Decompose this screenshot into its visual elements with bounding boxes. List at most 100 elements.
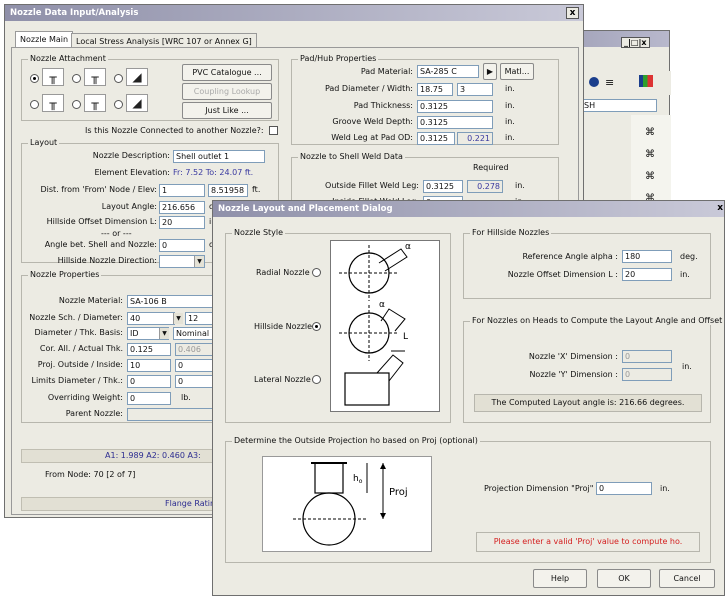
nozzle-type-4-icon: ╥ — [42, 94, 64, 112]
nozzle-style-diagram: α α L — [330, 240, 440, 412]
nozzle-attachment-group: Nozzle Attachment ╥ ╥ ◢ ╥ ╥ ◢ PVC Catalo… — [21, 54, 279, 121]
dist-input[interactable]: 1 — [159, 184, 205, 197]
matl-button[interactable]: Matl... — [500, 63, 534, 80]
pad-material-arrow-button[interactable]: ▶ — [483, 63, 497, 80]
circle-icon[interactable] — [589, 77, 599, 87]
attachment-radio-2[interactable] — [72, 74, 81, 83]
hillside-offset-input[interactable]: 20 — [159, 216, 205, 229]
dialog-close-button[interactable]: x — [717, 203, 723, 213]
bar-chart-icon[interactable] — [639, 75, 653, 87]
attachment-radio-3[interactable] — [114, 74, 123, 83]
lateral-radio[interactable] — [312, 375, 321, 384]
sch-label: Nozzle Sch. / Diameter: — [29, 313, 123, 322]
group-title: For Nozzles on Heads to Compute the Layo… — [470, 316, 725, 325]
just-like-button[interactable]: Just Like ... — [182, 102, 272, 119]
pad-width-input[interactable]: 3 — [457, 83, 493, 96]
offset-unit: in. — [680, 270, 690, 279]
attachment-radio-6[interactable] — [114, 100, 123, 109]
elev-input[interactable]: 8.51958 — [208, 184, 248, 197]
chevron-down-icon[interactable]: ▼ — [159, 328, 169, 339]
proj-warning-box: Please enter a valid 'Proj' value to com… — [476, 532, 700, 552]
limits-diameter-input[interactable]: 0 — [127, 375, 171, 388]
dist-label: Dist. from 'From' Node / Elev: — [40, 185, 157, 194]
offset-input[interactable]: 20 — [622, 268, 672, 281]
coupling-lookup-button: Coupling Lookup — [182, 83, 272, 100]
radial-label: Radial Nozzle — [256, 268, 310, 277]
background-window-controls[interactable]: _|□|x — [621, 37, 650, 48]
pad-thickness-input[interactable]: 0.3125 — [417, 100, 493, 113]
close-button[interactable]: x — [566, 7, 579, 19]
nozzle-material-input[interactable]: SA-106 B — [127, 295, 223, 308]
background-toolbar: ≡ — [581, 71, 671, 95]
outside-fillet-input[interactable]: 0.3125 — [423, 180, 463, 193]
groove-depth-input[interactable]: 0.3125 — [417, 116, 493, 129]
pad-diameter-input[interactable]: 18.75 — [417, 83, 453, 96]
description-input[interactable]: Shell outlet 1 — [173, 150, 265, 163]
schedule-select[interactable]: 40 — [127, 312, 175, 325]
attachment-radio-4[interactable] — [30, 100, 39, 109]
x-dimension-input: 0 — [622, 350, 672, 363]
pad-material-input[interactable]: SA-285 C — [417, 65, 479, 78]
parent-nozzle-select — [127, 408, 223, 421]
list-icon[interactable]: ≡ — [605, 76, 614, 89]
outside-fillet-unit: in. — [515, 181, 525, 190]
hillside-group: For Hillside Nozzles Reference Angle alp… — [463, 228, 711, 299]
angle-label: Layout Angle: — [101, 202, 157, 211]
computed-angle-text: The Computed Layout angle is: 216.66 deg… — [491, 398, 685, 407]
weld-leg-label: Weld Leg at Pad OD: — [331, 133, 413, 142]
description-label: Nozzle Description: — [92, 151, 170, 160]
background-dropdown[interactable]: SH — [581, 99, 657, 112]
group-title: Pad/Hub Properties — [298, 54, 379, 63]
groove-label: Groove Weld Depth: — [332, 117, 413, 126]
nozzle-style-group: Nozzle Style Radial Nozzle Hillside Nozz… — [225, 228, 451, 423]
hillside-radio[interactable] — [312, 322, 321, 331]
ref-angle-label: Reference Angle alpha : — [522, 252, 618, 261]
connected-checkbox[interactable] — [269, 126, 278, 135]
angle-between-input[interactable]: 0 — [159, 239, 205, 252]
ref-angle-unit: deg. — [680, 252, 698, 261]
alpha-label: α — [405, 242, 411, 252]
y-dimension-label: Nozzle 'Y' Dimension : — [529, 370, 618, 379]
dist-unit: ft. — [252, 185, 261, 194]
direction-label: Hillside Nozzle Direction: — [57, 256, 157, 265]
cube-icon[interactable]: ⌘ — [645, 171, 655, 182]
cube-icon[interactable]: ⌘ — [645, 127, 655, 138]
y-dimension-input: 0 — [622, 368, 672, 381]
nozzle-type-1-icon: ╥ — [42, 68, 64, 86]
cancel-button[interactable]: Cancel — [659, 569, 715, 588]
outside-fillet-label: Outside Fillet Weld Leg: — [325, 181, 419, 190]
proj-dimension-input[interactable]: 0 — [596, 482, 652, 495]
attachment-radio-1[interactable] — [30, 74, 39, 83]
pad-thickness-label: Pad Thickness: — [353, 101, 413, 110]
radial-radio[interactable] — [312, 268, 321, 277]
layout-angle-input[interactable]: 216.656 — [159, 201, 205, 214]
computed-angle-box: The Computed Layout angle is: 216.66 deg… — [474, 394, 702, 412]
weld-leg-required: 0.221 — [457, 132, 493, 145]
proj-outside-input[interactable]: 10 — [127, 359, 171, 372]
tab-nozzle-main[interactable]: Nozzle Main — [15, 31, 74, 47]
weight-input[interactable]: 0 — [127, 392, 171, 405]
corrosion-input[interactable]: 0.125 — [127, 343, 171, 356]
areas-value: A1: 1.989 A2: 0.460 A3: — [105, 451, 201, 460]
or-separator: --- or --- — [101, 229, 132, 238]
group-title: Layout — [28, 138, 60, 147]
nozzle-type-6-icon: ◢ — [126, 94, 148, 112]
heads-unit: in. — [682, 362, 692, 371]
direction-select[interactable]: ▼ — [159, 255, 205, 268]
weld-leg-input[interactable]: 0.3125 — [417, 132, 455, 145]
material-label: Nozzle Material: — [58, 296, 123, 305]
dialog-title: Nozzle Layout and Placement Dialog — [213, 201, 724, 217]
parent-label: Parent Nozzle: — [65, 409, 123, 418]
alpha-label: α — [379, 300, 385, 310]
proj-dimension-label: Projection Dimension "Proj" : — [484, 484, 599, 493]
ok-button[interactable]: OK — [597, 569, 651, 588]
pvc-catalogue-button[interactable]: PVC Catalogue ... — [182, 64, 272, 81]
group-title: Determine the Outside Projection ho base… — [232, 436, 480, 445]
help-button[interactable]: Help — [533, 569, 587, 588]
chevron-down-icon[interactable]: ▼ — [173, 313, 183, 324]
cube-icon[interactable]: ⌘ — [645, 149, 655, 160]
ref-angle-input[interactable]: 180 — [622, 250, 672, 263]
attachment-radio-5[interactable] — [72, 100, 81, 109]
proj-label: Proj. Outside / Inside: — [37, 360, 123, 369]
outside-fillet-required: 0.278 — [467, 180, 503, 193]
